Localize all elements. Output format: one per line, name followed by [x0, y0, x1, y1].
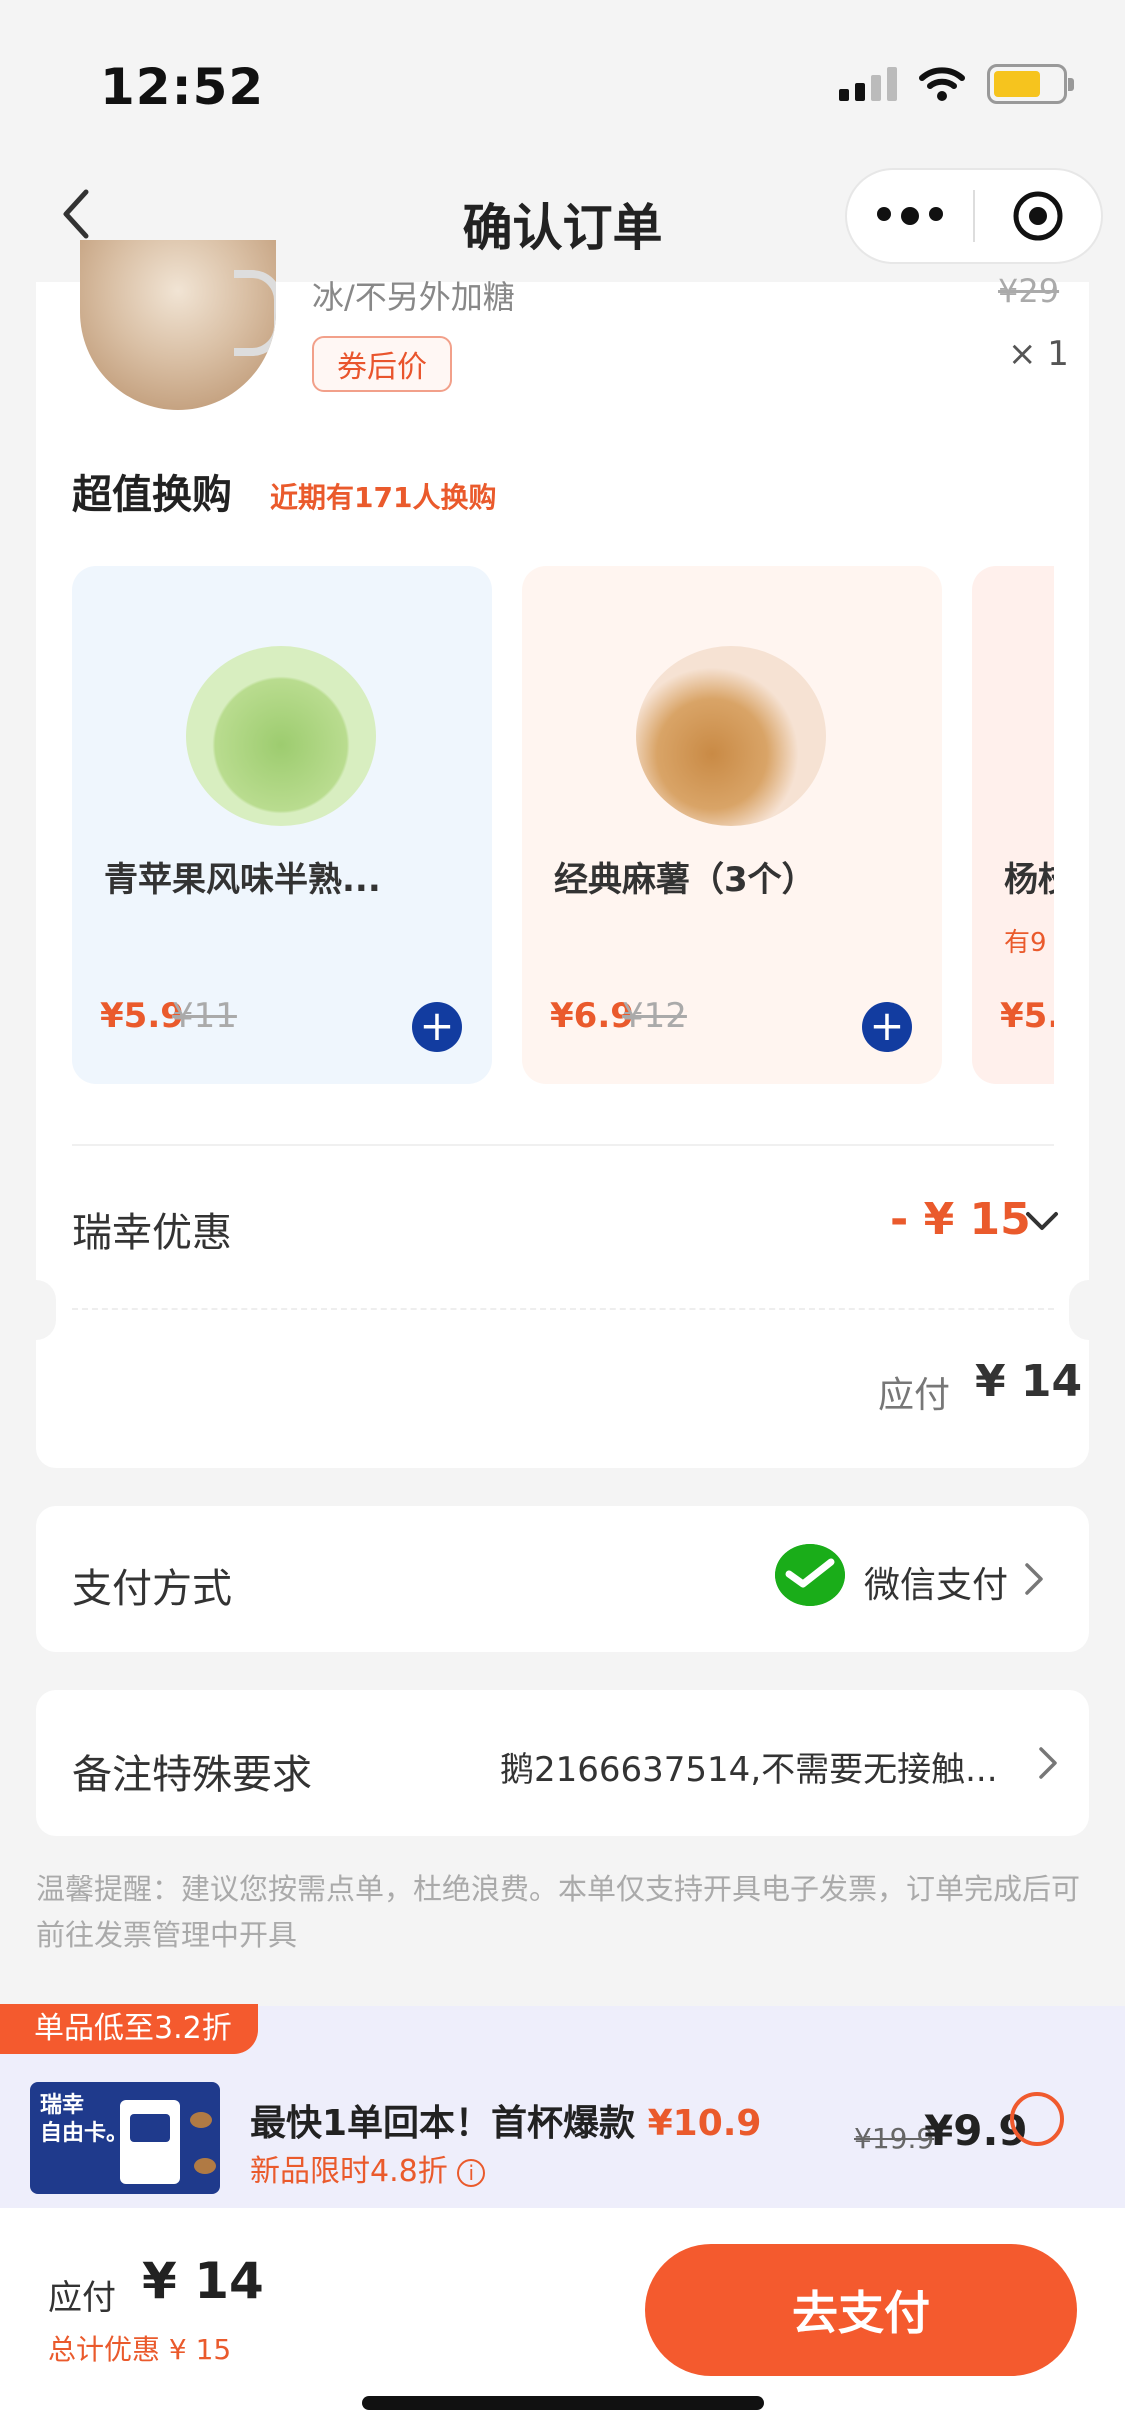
ticket-notch: [16, 1280, 56, 1340]
discount-value[interactable]: - ¥ 15: [890, 1194, 1031, 1245]
upsell-hint: 近期有171人换购: [270, 481, 497, 514]
more-icon[interactable]: [847, 207, 973, 225]
product-name: 经典麻薯（3个）: [554, 860, 816, 900]
home-indicator: [362, 2396, 764, 2410]
chevron-right-icon: [1025, 1563, 1043, 1595]
wechat-pay-icon: [775, 1544, 845, 1606]
bottom-saved-amount: 总计优惠 ¥ 15: [48, 2333, 232, 2366]
remark-value: 鹅2166637514,不需要无接触...: [500, 1750, 998, 1790]
promo-old-price: ¥19.9: [854, 2122, 935, 2155]
product-price: ¥5.9: [1000, 996, 1054, 1036]
wifi-icon: [919, 67, 965, 101]
payment-method-value: 微信支付: [864, 1565, 1009, 1606]
status-time: 12:52: [100, 58, 265, 116]
battery-icon: [987, 64, 1074, 104]
target-icon[interactable]: [975, 189, 1101, 243]
product-original-price: ¥12: [622, 996, 687, 1036]
warm-tip: 温馨提醒：建议您按需点单，杜绝浪费。本单仅支持开具电子发票，订单完成后可前往发票…: [36, 1872, 1081, 1952]
dashed-divider: [72, 1308, 1054, 1310]
product-image: [636, 646, 826, 826]
bottom-payable-value: ¥ 14: [142, 2252, 264, 2310]
discount-label: 瑞幸优惠: [72, 1210, 232, 1256]
chevron-right-icon: [1039, 1747, 1057, 1779]
item-spec: 冰/不另外加糖: [312, 278, 515, 316]
coupon-price-tag: 券后价: [312, 336, 452, 392]
payable-value: ¥ 14: [975, 1356, 1083, 1407]
upsell-title: 超值换购: [72, 472, 232, 518]
product-image: [186, 646, 376, 826]
upsell-product-card[interactable]: 杨枝 有9 ¥5.9: [972, 566, 1054, 1084]
item-original-price: ¥29: [998, 272, 1060, 310]
product-name: 青苹果风味半熟...: [104, 860, 381, 900]
product-original-price: ¥11: [172, 996, 237, 1036]
payable-label: 应付: [878, 1375, 951, 1416]
pay-button[interactable]: 去支付: [645, 2244, 1077, 2376]
promo-subtitle-text: 新品限时4.8折: [250, 2154, 448, 2189]
divider: [72, 1144, 1054, 1146]
upsell-product-card[interactable]: 经典麻薯（3个） ¥6.9 ¥12 +: [522, 566, 942, 1084]
promo-card-image: 瑞幸 自由卡。: [30, 2082, 220, 2194]
upsell-product-card[interactable]: 青苹果风味半熟... ¥5.9 ¥11 +: [72, 566, 492, 1084]
promo-title-highlight: ¥10.9: [647, 2103, 762, 2144]
plus-icon[interactable]: +: [862, 1002, 912, 1052]
plus-icon[interactable]: +: [412, 1002, 462, 1052]
ticket-notch: [1069, 1280, 1109, 1340]
mini-program-capsule: [845, 168, 1103, 264]
bottom-payable-label: 应付: [48, 2278, 116, 2318]
info-icon[interactable]: i: [457, 2158, 486, 2187]
promo-card-text: 瑞幸 自由卡。: [40, 2093, 129, 2146]
product-name: 杨枝: [1004, 860, 1054, 900]
signal-icon: [839, 67, 897, 101]
payment-method-label: 支付方式: [72, 1566, 232, 1612]
promo-title: 最快1单回本！首杯爆款 ¥10.9: [250, 2094, 761, 2146]
promo-select-radio[interactable]: [1010, 2092, 1064, 2146]
chevron-down-icon[interactable]: [1024, 1206, 1060, 1236]
promo-tag: 单品低至3.2折: [0, 2004, 258, 2054]
product-subtitle: 有9: [1004, 928, 1047, 958]
remark-label: 备注特殊要求: [72, 1752, 312, 1798]
promo-title-text: 最快1单回本！首杯爆款: [250, 2103, 636, 2144]
promo-subtitle: 新品限时4.8折 i: [250, 2146, 486, 2190]
upsell-carousel[interactable]: 青苹果风味半熟... ¥5.9 ¥11 + 经典麻薯（3个） ¥6.9 ¥12 …: [72, 566, 1054, 1084]
status-icons: [839, 64, 1074, 104]
item-quantity: × 1: [1008, 334, 1069, 374]
